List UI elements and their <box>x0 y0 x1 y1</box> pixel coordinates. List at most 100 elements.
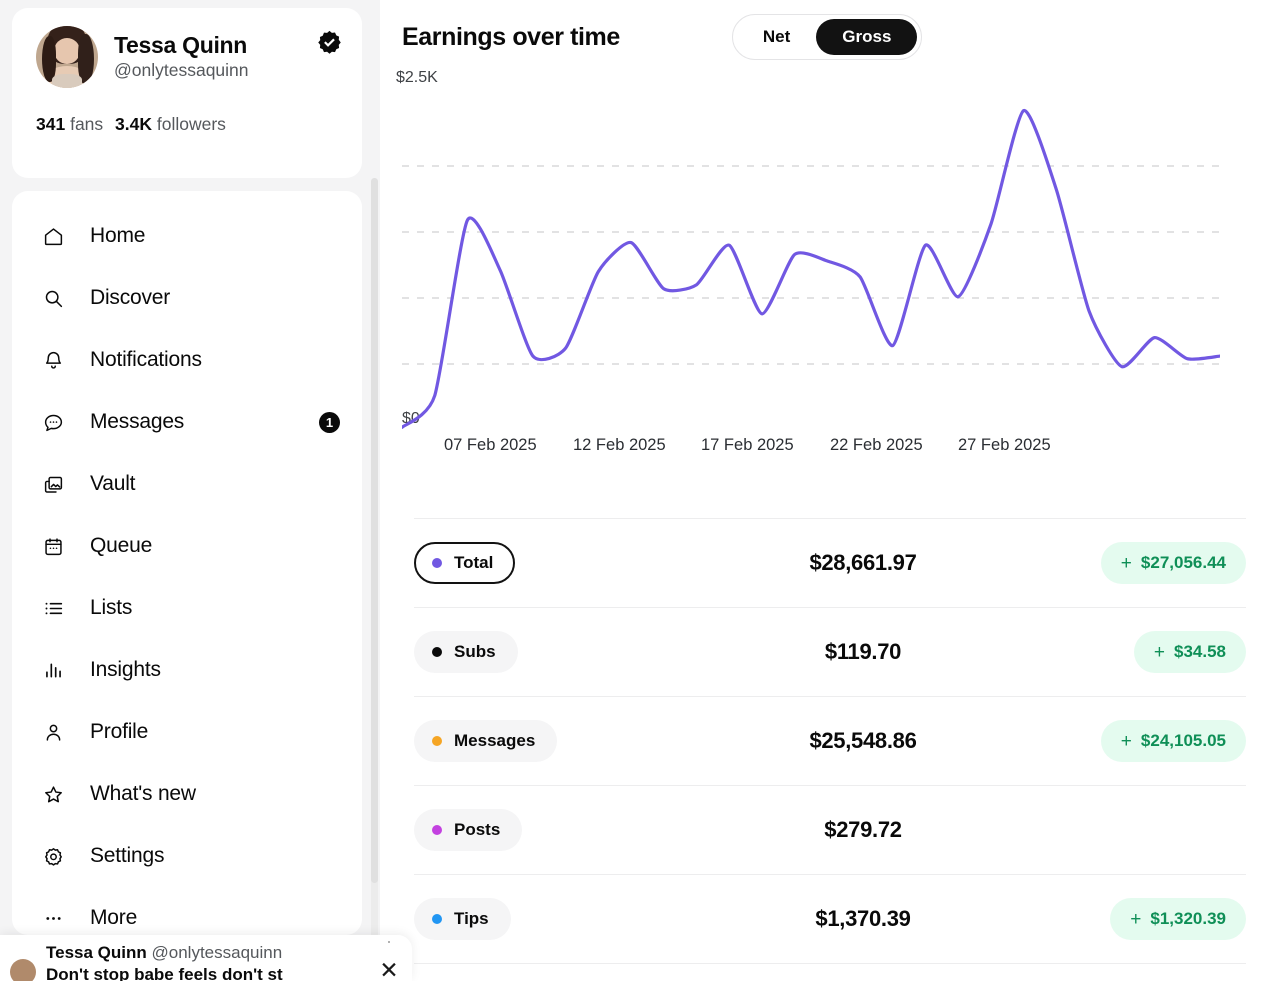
sidebar-item-label: Home <box>90 224 146 247</box>
toggle-option-gross[interactable]: Gross <box>816 19 918 55</box>
toast-message: Don't stop babe feels don't st <box>46 965 283 981</box>
chart-header: Earnings over time Net Gross <box>402 0 1240 60</box>
row-delta-badge: + $34.58 <box>1133 631 1246 673</box>
ellipsis-icon <box>42 907 64 929</box>
x-tick-label: 12 Feb 2025 <box>573 436 666 454</box>
sidebar-item-settings[interactable]: Settings <box>12 825 362 887</box>
series-color-dot <box>432 736 442 746</box>
table-row[interactable]: Messages $25,548.86 + $24,105.05 <box>414 697 1246 786</box>
fans-label: fans <box>70 114 104 134</box>
sidebar-nav: Home Discover Notifications Messages 1 V… <box>12 191 362 935</box>
sidebar-item-insights[interactable]: Insights <box>12 639 362 701</box>
breakdown-chip-total[interactable]: Total <box>414 542 516 584</box>
profile-handle: @onlytessaquinn <box>114 59 249 80</box>
series-color-dot <box>432 825 442 835</box>
sidebar-item-label: Profile <box>90 720 149 743</box>
breakdown-chip-tips[interactable]: Tips <box>414 898 511 940</box>
y-axis-max-label: $2.5K <box>396 69 438 86</box>
sidebar-item-label: Notifications <box>90 348 202 371</box>
sidebar-scrollbar-thumb[interactable] <box>371 178 378 883</box>
verified-badge-icon <box>317 30 342 55</box>
sidebar-item-label: What's new <box>90 782 196 805</box>
profile-stats: 341 fans 3.4K followers <box>36 114 342 135</box>
table-row[interactable]: Posts $279.72 <box>414 786 1246 875</box>
profile-names: Tessa Quinn @onlytessaquinn <box>114 32 301 81</box>
row-delta-value: $1,320.39 <box>1150 909 1226 928</box>
table-row[interactable]: Subs $119.70 + $34.58 <box>414 608 1246 697</box>
net-gross-toggle[interactable]: Net Gross <box>731 14 923 60</box>
plus-icon: + <box>1120 730 1132 752</box>
chip-label: Total <box>454 553 494 572</box>
sidebar-item-more[interactable]: More <box>12 887 362 935</box>
chart-svg <box>400 108 1222 429</box>
row-amount: $279.72 <box>824 817 902 842</box>
x-tick-label: 22 Feb 2025 <box>830 436 923 454</box>
row-delta-value: $24,105.05 <box>1140 731 1226 750</box>
sidebar-item-label: Messages <box>90 410 185 433</box>
profile-card[interactable]: Tessa Quinn @onlytessaquinn 341 fans 3.4… <box>12 8 362 178</box>
sidebar-item-home[interactable]: Home <box>12 205 362 267</box>
sidebar-item-vault[interactable]: Vault <box>12 453 362 515</box>
toggle-option-net[interactable]: Net <box>737 19 816 55</box>
sidebar-item-label: Queue <box>90 534 153 557</box>
toast-handle: @onlytessaquinn <box>151 943 283 962</box>
row-delta-badge: + $24,105.05 <box>1100 720 1246 762</box>
sidebar-item-label: More <box>90 906 138 929</box>
image-stack-icon <box>42 473 64 495</box>
gear-icon <box>42 845 64 867</box>
main-content: Earnings over time Net Gross $2.5K $0 07… <box>380 0 1280 981</box>
sidebar-scrollbar[interactable] <box>371 178 378 938</box>
table-row[interactable]: Total $28,661.97 + $27,056.44 <box>414 519 1246 608</box>
sidebar-item-messages[interactable]: Messages 1 <box>12 391 362 453</box>
followers-label: followers <box>156 114 226 134</box>
page-title: Earnings over time <box>402 22 620 51</box>
breakdown-chip-posts[interactable]: Posts <box>414 809 523 851</box>
series-color-dot <box>432 647 442 657</box>
avatar[interactable] <box>36 26 98 88</box>
sidebar-item-discover[interactable]: Discover <box>12 267 362 329</box>
sidebar-item-label: Discover <box>90 286 171 309</box>
series-color-dot <box>432 558 442 568</box>
row-delta-badge: + $27,056.44 <box>1100 542 1246 584</box>
plus-icon: + <box>1130 908 1142 930</box>
x-tick-label: 27 Feb 2025 <box>958 436 1051 454</box>
messages-unread-badge: 1 <box>319 411 340 433</box>
series-color-dot <box>432 914 442 924</box>
toast-body: Tessa Quinn @onlytessaquinn Don't stop b… <box>46 943 366 981</box>
chip-label: Posts <box>454 820 501 839</box>
star-icon <box>42 783 64 805</box>
sidebar-item-queue[interactable]: Queue <box>12 515 362 577</box>
home-icon <box>42 225 64 247</box>
breakdown-chip-subs[interactable]: Subs <box>414 631 518 673</box>
toast-name: Tessa Quinn <box>46 943 147 962</box>
list-icon <box>42 597 64 619</box>
message-toast[interactable]: Tessa Quinn @onlytessaquinn Don't stop b… <box>0 935 412 981</box>
close-icon[interactable]: ✕ <box>376 957 402 981</box>
chip-label: Tips <box>454 909 489 928</box>
profile-header: Tessa Quinn @onlytessaquinn <box>36 26 342 88</box>
row-delta-value: $34.58 <box>1174 642 1226 661</box>
row-delta-badge: + $1,320.39 <box>1110 898 1246 940</box>
search-icon <box>42 287 64 309</box>
plus-icon: + <box>1120 552 1132 574</box>
table-row[interactable]: Tips $1,370.39 + $1,320.39 <box>414 875 1246 964</box>
earnings-breakdown-table: Total $28,661.97 + $27,056.44 Subs $119.… <box>414 519 1246 964</box>
sidebar-item-notifications[interactable]: Notifications <box>12 329 362 391</box>
row-delta-value: $27,056.44 <box>1140 553 1226 572</box>
fans-count: 341 <box>36 114 66 134</box>
calendar-icon <box>42 535 64 557</box>
bar-chart-icon <box>42 659 64 681</box>
sidebar-item-label: Insights <box>90 658 161 681</box>
insights-earnings-page: Tessa Quinn @onlytessaquinn 341 fans 3.4… <box>0 0 1280 981</box>
x-axis-labels: 07 Feb 2025 12 Feb 2025 17 Feb 2025 22 F… <box>402 436 1242 460</box>
chat-bubble-icon <box>42 411 64 433</box>
sidebar: Tessa Quinn @onlytessaquinn 341 fans 3.4… <box>0 0 380 981</box>
sidebar-item-lists[interactable]: Lists <box>12 577 362 639</box>
earnings-line-chart[interactable] <box>400 100 1222 430</box>
breakdown-chip-messages[interactable]: Messages <box>414 720 558 762</box>
followers-count: 3.4K <box>115 114 152 134</box>
sidebar-item-profile[interactable]: Profile <box>12 701 362 763</box>
toast-indicator-dot <box>388 941 390 943</box>
toast-avatar <box>10 959 36 981</box>
sidebar-item-whats-new[interactable]: What's new <box>12 763 362 825</box>
